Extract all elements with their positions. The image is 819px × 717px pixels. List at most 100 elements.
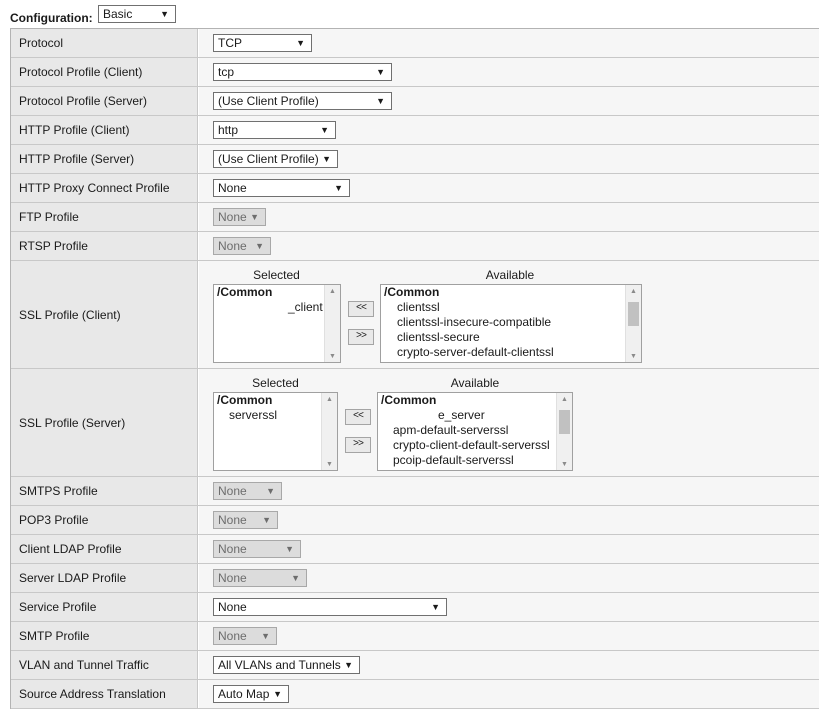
vlan-tunnel-label: VLAN and Tunnel Traffic	[11, 651, 198, 679]
ssl-client-available-scrollbar[interactable]: ▲ ▼	[625, 285, 641, 362]
rtsp-profile-select: None ▼	[213, 237, 271, 255]
row-smtps-profile: SMTPS Profile None ▼	[11, 477, 819, 506]
list-item[interactable]: clientssl-insecure-compatible	[397, 315, 551, 330]
ssl-server-selected-scrollbar[interactable]: ▲ ▼	[321, 393, 337, 470]
scroll-down-icon[interactable]: ▼	[325, 353, 340, 360]
scrollbar-thumb[interactable]	[628, 302, 639, 326]
protocol-profile-server-label: Protocol Profile (Server)	[11, 87, 198, 115]
ssl-server-move-right-button[interactable]: >>	[345, 437, 371, 453]
chevron-down-icon: ▼	[266, 486, 275, 496]
ftp-profile-label: FTP Profile	[11, 203, 198, 231]
protocol-profile-client-value: tcp	[218, 65, 235, 79]
ssl-profile-server-label: SSL Profile (Server)	[11, 369, 198, 476]
protocol-select[interactable]: TCP ▼	[213, 34, 312, 52]
scroll-up-icon[interactable]: ▲	[322, 396, 337, 403]
ssl-server-selected-list[interactable]: /Common serverssl ▲ ▼	[213, 392, 338, 471]
scrollbar-thumb[interactable]	[559, 410, 570, 434]
service-profile-value: None	[218, 600, 247, 614]
server-ldap-value: None	[218, 571, 247, 585]
smtp-profile-select: None ▼	[213, 627, 277, 645]
scroll-down-icon[interactable]: ▼	[626, 353, 641, 360]
row-source-address-translation: Source Address Translation Auto Map ▼	[11, 680, 819, 709]
row-http-profile-server: HTTP Profile (Server) (Use Client Profil…	[11, 145, 819, 174]
rtsp-profile-label: RTSP Profile	[11, 232, 198, 260]
scroll-down-icon[interactable]: ▼	[557, 461, 572, 468]
vlan-tunnel-select[interactable]: All VLANs and Tunnels ▼	[213, 656, 360, 674]
list-item[interactable]: apm-default-serverssl	[393, 423, 508, 438]
row-ssl-profile-client: SSL Profile (Client) Selected Available …	[11, 261, 819, 369]
redacted-region	[392, 407, 438, 424]
ssl-client-move-left-button[interactable]: <<	[348, 301, 374, 317]
protocol-label: Protocol	[11, 29, 198, 57]
protocol-profile-server-select[interactable]: (Use Client Profile) ▼	[213, 92, 392, 110]
ssl-client-selected-caption: Selected	[253, 268, 300, 282]
smtp-profile-label: SMTP Profile	[11, 622, 198, 650]
server-ldap-label: Server LDAP Profile	[11, 564, 198, 592]
list-item[interactable]: /Common	[384, 285, 439, 300]
redacted-region	[220, 299, 286, 316]
list-item[interactable]: pcoip-default-serverssl	[393, 453, 514, 468]
row-service-profile: Service Profile None ▼	[11, 593, 819, 622]
list-item[interactable]: /Common	[381, 393, 436, 408]
list-item[interactable]: _client	[288, 300, 323, 315]
http-profile-client-select[interactable]: http ▼	[213, 121, 336, 139]
smtps-profile-label: SMTPS Profile	[11, 477, 198, 505]
list-item[interactable]: /Common	[217, 285, 272, 300]
protocol-profile-client-select[interactable]: tcp ▼	[213, 63, 392, 81]
list-item[interactable]: /Common	[217, 393, 272, 408]
list-item[interactable]: crypto-client-default-serverssl	[393, 438, 550, 453]
server-ldap-select: None ▼	[213, 569, 307, 587]
smtps-profile-value: None	[218, 484, 247, 498]
http-proxy-connect-label: HTTP Proxy Connect Profile	[11, 174, 198, 202]
chevron-down-icon: ▼	[322, 154, 331, 164]
protocol-profile-client-label: Protocol Profile (Client)	[11, 58, 198, 86]
row-pop3-profile: POP3 Profile None ▼	[11, 506, 819, 535]
ssl-client-available-caption: Available	[485, 268, 535, 282]
http-profile-client-label: HTTP Profile (Client)	[11, 116, 198, 144]
list-item[interactable]: clientssl-secure	[397, 330, 480, 345]
list-item[interactable]: serverssl	[229, 408, 277, 423]
smtps-profile-select: None ▼	[213, 482, 282, 500]
chevron-down-icon: ▼	[262, 515, 271, 525]
ssl-server-available-scrollbar[interactable]: ▲ ▼	[556, 393, 572, 470]
ssl-server-available-list[interactable]: /Common e_server apm-default-serverssl c…	[377, 392, 573, 471]
chevron-down-icon: ▼	[261, 631, 270, 641]
configuration-value: Basic	[103, 7, 133, 21]
ssl-client-move-right-button[interactable]: >>	[348, 329, 374, 345]
http-profile-client-value: http	[218, 123, 239, 137]
row-server-ldap-profile: Server LDAP Profile None ▼	[11, 564, 819, 593]
list-item[interactable]: e_server	[438, 408, 485, 423]
service-profile-select[interactable]: None ▼	[213, 598, 447, 616]
ssl-server-move-left-button[interactable]: <<	[345, 409, 371, 425]
scroll-up-icon[interactable]: ▲	[557, 396, 572, 403]
row-smtp-profile: SMTP Profile None ▼	[11, 622, 819, 651]
chevron-down-icon: ▼	[250, 212, 259, 222]
ssl-client-available-list[interactable]: /Common clientssl clientssl-insecure-com…	[380, 284, 642, 363]
client-ldap-label: Client LDAP Profile	[11, 535, 198, 563]
http-proxy-connect-value: None	[218, 181, 247, 195]
list-item[interactable]: crypto-server-default-clientssl	[397, 345, 554, 360]
row-http-profile-client: HTTP Profile (Client) http ▼	[11, 116, 819, 145]
source-address-select[interactable]: Auto Map ▼	[213, 685, 289, 703]
smtp-profile-value: None	[218, 629, 247, 643]
chevron-down-icon: ▼	[344, 660, 353, 670]
ftp-profile-select: None ▼	[213, 208, 266, 226]
scroll-down-icon[interactable]: ▼	[322, 461, 337, 468]
row-protocol-profile-server: Protocol Profile (Server) (Use Client Pr…	[11, 87, 819, 116]
chevron-down-icon: ▼	[320, 125, 329, 135]
row-ssl-profile-server: SSL Profile (Server) Selected Available …	[11, 369, 819, 477]
http-profile-server-select[interactable]: (Use Client Profile) ▼	[213, 150, 338, 168]
protocol-value: TCP	[218, 36, 242, 50]
scroll-up-icon[interactable]: ▲	[626, 288, 641, 295]
source-address-value: Auto Map	[218, 687, 270, 701]
configuration-select[interactable]: Basic ▼	[98, 5, 176, 23]
profile-settings-table: Protocol TCP ▼ Protocol Profile (Client)…	[10, 28, 819, 709]
ssl-client-selected-scrollbar[interactable]: ▲ ▼	[324, 285, 340, 362]
configuration-bar: Configuration: Basic ▼	[0, 0, 819, 28]
ssl-client-selected-list[interactable]: /Common _client ▲ ▼	[213, 284, 341, 363]
chevron-down-icon: ▼	[160, 9, 169, 19]
scroll-up-icon[interactable]: ▲	[325, 288, 340, 295]
http-proxy-connect-select[interactable]: None ▼	[213, 179, 350, 197]
ssl-server-selected-caption: Selected	[252, 376, 299, 390]
list-item[interactable]: clientssl	[397, 300, 440, 315]
